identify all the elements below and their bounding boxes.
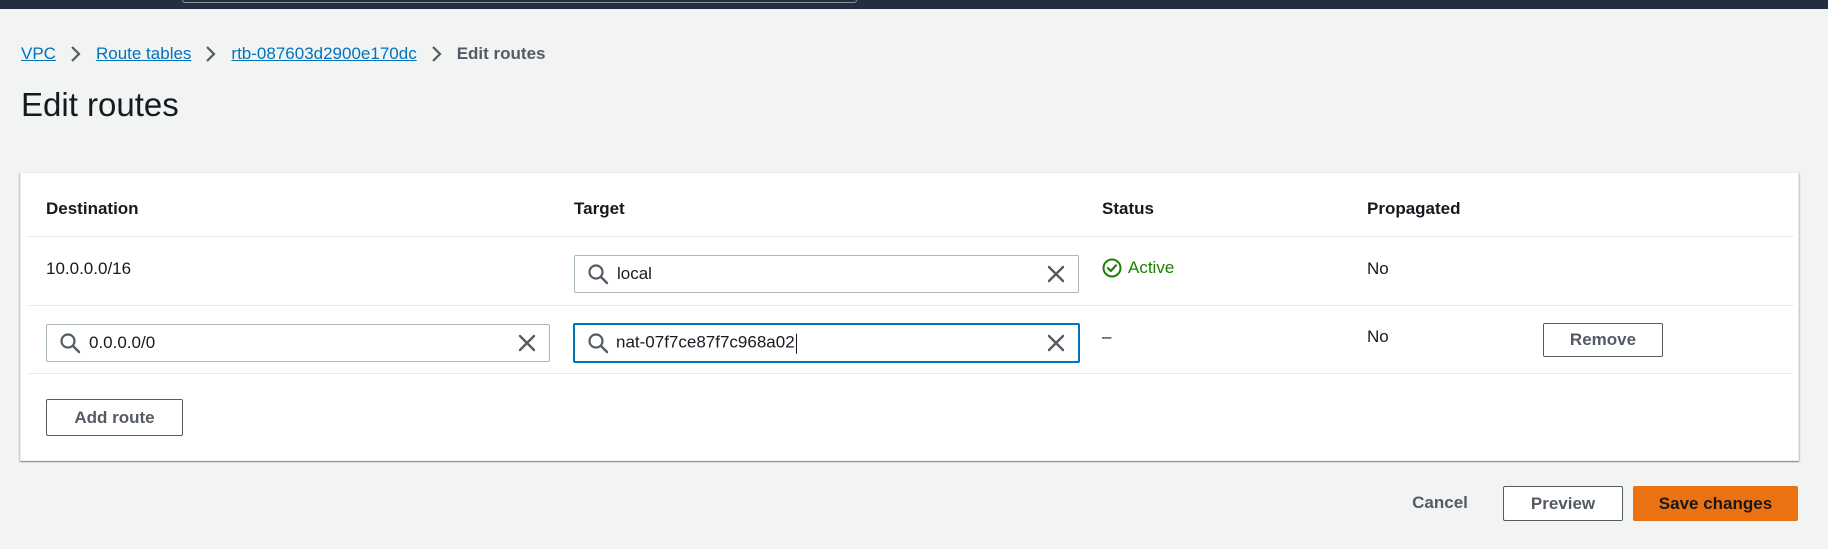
save-changes-button[interactable]: Save changes bbox=[1633, 486, 1798, 521]
breadcrumb-vpc[interactable]: VPC bbox=[21, 44, 56, 64]
column-header-propagated: Propagated bbox=[1367, 199, 1461, 218]
page-title: Edit routes bbox=[21, 86, 179, 123]
chevron-right-icon bbox=[191, 42, 231, 66]
routes-table-panel: Destination Target Status Propagated 10.… bbox=[20, 172, 1799, 461]
search-icon bbox=[587, 263, 609, 285]
target-input-value: local bbox=[617, 264, 652, 283]
target-input[interactable]: nat-07f7ce87f7c968a02 bbox=[573, 323, 1080, 363]
status-text: Active bbox=[1128, 258, 1175, 277]
close-icon[interactable] bbox=[515, 331, 539, 355]
column-header-destination: Destination bbox=[46, 199, 139, 218]
text-cursor bbox=[795, 333, 797, 354]
breadcrumb: VPC Route tables rtb-087603d2900e170dc E… bbox=[21, 42, 546, 66]
breadcrumb-current: Edit routes bbox=[456, 44, 546, 63]
status-text: – bbox=[1102, 327, 1112, 346]
destination-input[interactable]: 0.0.0.0/0 bbox=[46, 324, 550, 362]
target-input[interactable]: local bbox=[574, 255, 1079, 293]
preview-button[interactable]: Preview bbox=[1503, 486, 1623, 521]
row-divider bbox=[27, 305, 1794, 306]
row-divider bbox=[27, 236, 1794, 237]
remove-route-button[interactable]: Remove bbox=[1543, 323, 1663, 357]
route-destination-text: 10.0.0.0/16 bbox=[46, 259, 132, 278]
destination-input-value: 0.0.0.0/0 bbox=[89, 333, 156, 352]
search-icon bbox=[59, 332, 81, 354]
target-input-value: nat-07f7ce87f7c968a02 bbox=[616, 332, 797, 354]
add-route-button[interactable]: Add route bbox=[46, 399, 183, 436]
propagated-text: No bbox=[1367, 259, 1389, 278]
chevron-right-icon bbox=[56, 42, 96, 66]
status-badge: Active bbox=[1102, 258, 1174, 278]
breadcrumb-route-tables[interactable]: Route tables bbox=[96, 44, 191, 64]
row-divider bbox=[27, 373, 1794, 374]
cancel-button[interactable]: Cancel bbox=[1397, 486, 1483, 520]
propagated-text: No bbox=[1367, 327, 1389, 346]
breadcrumb-route-table-id[interactable]: rtb-087603d2900e170dc bbox=[231, 44, 416, 64]
search-icon bbox=[587, 332, 609, 354]
close-icon[interactable] bbox=[1044, 331, 1068, 355]
close-icon[interactable] bbox=[1044, 262, 1068, 286]
column-header-target: Target bbox=[574, 199, 625, 218]
top-navigation-bar bbox=[0, 0, 1828, 9]
chevron-right-icon bbox=[417, 42, 457, 66]
global-search-box[interactable] bbox=[182, 0, 857, 3]
check-circle-icon bbox=[1102, 258, 1122, 278]
column-header-status: Status bbox=[1102, 199, 1154, 218]
